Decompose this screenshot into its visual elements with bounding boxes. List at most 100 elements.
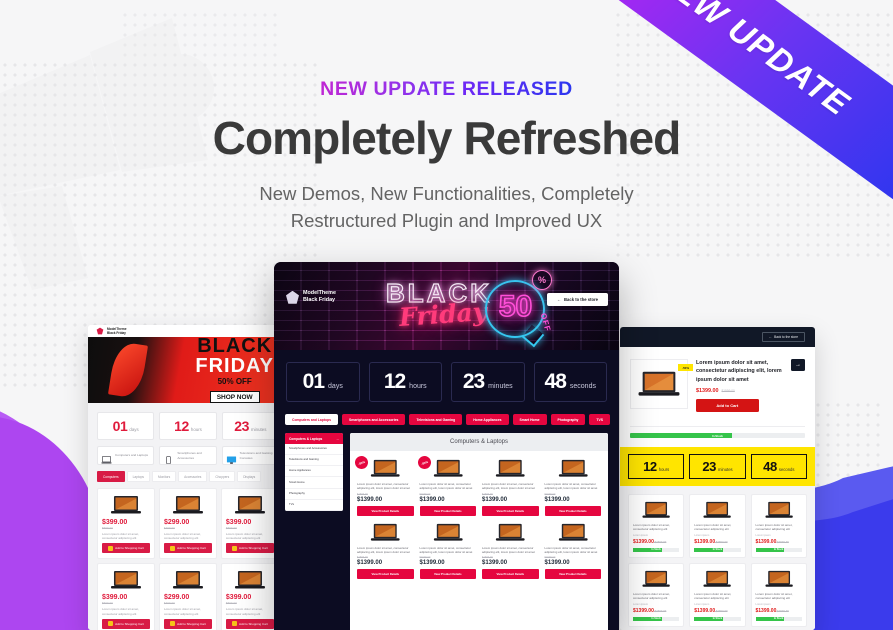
left-filter-pill[interactable]: Monitors bbox=[151, 471, 177, 482]
center-sidebar-item[interactable]: TVs bbox=[285, 500, 343, 511]
view-product-details-button[interactable]: View Product Details bbox=[544, 505, 601, 516]
laptop-icon bbox=[633, 569, 679, 589]
left-product-old-price: $599.00 bbox=[225, 601, 237, 606]
left-product-old-price: $499.00 bbox=[163, 526, 175, 530]
center-nav-pill[interactable]: Smart Home bbox=[512, 414, 547, 425]
laptop-icon bbox=[102, 569, 150, 591]
center-product-card[interactable]: Lorem ipsum dolor sit amet, consectetur … bbox=[482, 522, 539, 580]
left-screenshot-mockup[interactable]: ModelTheme Black Friday BLACK FRIDAY 50%… bbox=[88, 325, 288, 630]
right-product-card[interactable]: Lorem ipsum dolor sit amet, consectetur … bbox=[750, 494, 807, 558]
center-nav-pill[interactable]: Photography bbox=[550, 414, 586, 425]
add-to-shopping-cart-button[interactable]: Add to Shopping Cart bbox=[102, 543, 150, 554]
laptop-icon bbox=[756, 500, 802, 520]
center-product-card[interactable]: -80% Lorem ipsum dolor sit amet, consecte… bbox=[353, 454, 414, 516]
center-product-card[interactable]: Lorem ipsum dolor sit amet, consectetur … bbox=[482, 458, 539, 516]
add-to-shopping-cart-button[interactable]: Add to Shopping Cart bbox=[225, 543, 274, 554]
right-stock-label: In Stock bbox=[651, 548, 661, 552]
subheading-line-1: New Demos, New Functionalities, Complete… bbox=[259, 182, 634, 204]
center-nav-pill[interactable]: Home Appliances bbox=[466, 414, 509, 425]
left-product-card[interactable]: $299.00 $499.00 Lorem ipsum dolor sit amet… bbox=[158, 488, 217, 560]
right-yellow-countdown: 12 hours 23 minutes 48 seconds bbox=[620, 447, 815, 487]
center-sidebar: Computers & Laptops → Smartphones and Ac… bbox=[285, 433, 343, 511]
back-arrow-icon: ← bbox=[768, 335, 773, 339]
center-product-card[interactable]: -80% Lorem ipsum dolor sit amet, consecte… bbox=[415, 454, 476, 516]
center-back-to-store-button[interactable]: ← Back to the store bbox=[546, 293, 608, 306]
left-category-tile[interactable]: Televisions and Gaming Consoles bbox=[221, 446, 279, 465]
view-product-details-button[interactable]: View Product Details bbox=[357, 505, 414, 516]
center-nav-pill[interactable]: TVS bbox=[589, 414, 611, 425]
left-filter-pill[interactable]: Displays bbox=[237, 471, 262, 482]
view-product-details-button[interactable]: View Product Details bbox=[419, 569, 476, 580]
left-filter-pill[interactable]: Laptops bbox=[126, 471, 150, 482]
eyebrow-text: NEW UPDATE RELEASED bbox=[320, 78, 573, 100]
center-screenshot-mockup[interactable]: ModelTheme Black Friday BLACK Friday 50 … bbox=[274, 262, 619, 630]
right-product-card[interactable]: Lorem ipsum dolor sit amet, consectetur … bbox=[628, 562, 685, 627]
left-product-card[interactable]: $399.00 $599.00 Lorem ipsum dolor sit amet… bbox=[97, 563, 155, 630]
left-product-grid: $399.00 $599.00 Lorem ipsum dolor sit amet… bbox=[88, 488, 288, 630]
left-category-label: Smartphones and Accessories bbox=[177, 451, 202, 460]
center-nav-pill[interactable]: Computers and Laptops bbox=[285, 414, 338, 425]
discount-badge: -50% bbox=[677, 364, 693, 371]
add-to-cart-button[interactable]: Add to Cart bbox=[696, 399, 759, 413]
right-product-card[interactable]: Lorem ipsum dolor sit amet, consectetur … bbox=[628, 494, 685, 558]
center-product-card[interactable]: Lorem ipsum dolor sit amet, consectetur … bbox=[544, 458, 601, 516]
left-product-desc: Lorem ipsum dolor sit amet, consectetur … bbox=[225, 532, 263, 541]
subheading-line-2: Restructured Plugin and Improved UX bbox=[290, 210, 603, 232]
left-category-tile[interactable]: Computers and Laptops bbox=[97, 446, 155, 465]
left-product-old-price: $599.00 bbox=[225, 526, 237, 530]
shop-now-button[interactable]: SHOP NOW bbox=[209, 391, 260, 403]
right-product-old-price: $1599.00 bbox=[715, 539, 728, 544]
view-product-details-button[interactable]: View Product Details bbox=[544, 569, 601, 580]
add-to-shopping-cart-button[interactable]: Add to Shopping Cart bbox=[225, 618, 274, 629]
center-countdown-value: 48 bbox=[544, 370, 567, 393]
right-screenshot-mockup[interactable]: ← Back to the store -50% Lorem ipsum dol… bbox=[620, 327, 815, 630]
right-product-price-row: $1399.00 $1599.00 bbox=[694, 539, 740, 545]
right-product-card[interactable]: Lorem ipsum dolor sit amet, consectetur … bbox=[689, 494, 746, 558]
view-product-details-button[interactable]: View Product Details bbox=[482, 505, 539, 516]
left-product-card[interactable]: $299.00 $499.00 Lorem ipsum dolor sit amet… bbox=[158, 563, 217, 630]
right-stock-label: In Stock bbox=[712, 617, 723, 620]
left-filter-pill[interactable]: Computers bbox=[97, 471, 125, 482]
right-back-label: Back to the store bbox=[774, 335, 798, 339]
right-product-price: $1399.00 bbox=[694, 538, 716, 545]
laptop-icon bbox=[482, 458, 539, 479]
right-product-card[interactable]: Lorem ipsum dolor sit amet, consectetur … bbox=[750, 562, 807, 627]
center-product-old-price: $1599.00 bbox=[544, 556, 556, 560]
view-product-details-button[interactable]: View Product Details bbox=[482, 569, 539, 580]
right-product-author: Lorem ipsum bbox=[633, 602, 648, 606]
view-product-details-button[interactable]: View Product Details bbox=[357, 569, 414, 580]
left-product-card[interactable]: $399.00 $599.00 Lorem ipsum dolor sit amet… bbox=[220, 563, 279, 630]
left-category-tile[interactable]: Smartphones and Accessories bbox=[159, 446, 217, 465]
center-sidebar-item[interactable]: Smartphones and Accessories bbox=[285, 444, 343, 456]
center-nav-pill[interactable]: Televisions and Gaming bbox=[409, 414, 463, 425]
center-nav-pill[interactable]: Smartphones and Accessories bbox=[342, 414, 406, 425]
right-countdown-unit: 48 seconds bbox=[750, 454, 807, 480]
left-product-card[interactable]: $399.00 $599.00 Lorem ipsum dolor sit amet… bbox=[220, 488, 279, 560]
laptop-icon bbox=[694, 500, 740, 520]
right-countdown-value: 23 bbox=[702, 459, 716, 475]
center-product-card[interactable]: Lorem ipsum dolor sit amet, consectetur … bbox=[544, 522, 601, 580]
add-to-shopping-cart-button[interactable]: Add to Shopping Cart bbox=[163, 543, 212, 554]
center-sidebar-item[interactable]: Smart Home bbox=[285, 477, 343, 489]
center-sidebar-item[interactable]: Home Appliances bbox=[285, 466, 343, 478]
next-product-arrow-icon[interactable]: → bbox=[791, 359, 805, 371]
center-product-card[interactable]: Lorem ipsum dolor sit amet, consectetur … bbox=[357, 522, 414, 580]
center-logo-line-1: ModelTheme bbox=[303, 290, 336, 296]
left-filter-pill[interactable]: Accessories bbox=[178, 471, 208, 482]
phone-icon bbox=[163, 451, 174, 464]
left-product-card[interactable]: $399.00 $599.00 Lorem ipsum dolor sit amet… bbox=[97, 488, 155, 560]
right-product-old-price: $1599.00 bbox=[776, 539, 789, 544]
right-product-card[interactable]: Lorem ipsum dolor sit amet, consectetur … bbox=[689, 562, 746, 627]
add-to-shopping-cart-button[interactable]: Add to Shopping Cart bbox=[102, 618, 150, 629]
view-product-details-button[interactable]: View Product Details bbox=[419, 505, 476, 516]
center-product-desc: Lorem ipsum dolor sit amet, consectetur … bbox=[419, 482, 473, 491]
center-sidebar-item[interactable]: Photography bbox=[285, 489, 343, 500]
center-category-nav: Computers and Laptops Smartphones and Acc… bbox=[274, 414, 619, 433]
center-product-card[interactable]: Lorem ipsum dolor sit amet, consectetur … bbox=[419, 522, 476, 580]
center-product-desc: Lorem ipsum dolor sit amet, consectetur … bbox=[357, 482, 410, 491]
center-sidebar-header[interactable]: Computers & Laptops → bbox=[285, 433, 343, 444]
add-to-shopping-cart-button[interactable]: Add to Shopping Cart bbox=[163, 618, 212, 629]
right-back-to-store-button[interactable]: ← Back to the store bbox=[761, 332, 805, 342]
left-filter-pill[interactable]: Choppers bbox=[209, 471, 236, 482]
center-sidebar-item[interactable]: Televisions and Gaming bbox=[285, 455, 343, 467]
